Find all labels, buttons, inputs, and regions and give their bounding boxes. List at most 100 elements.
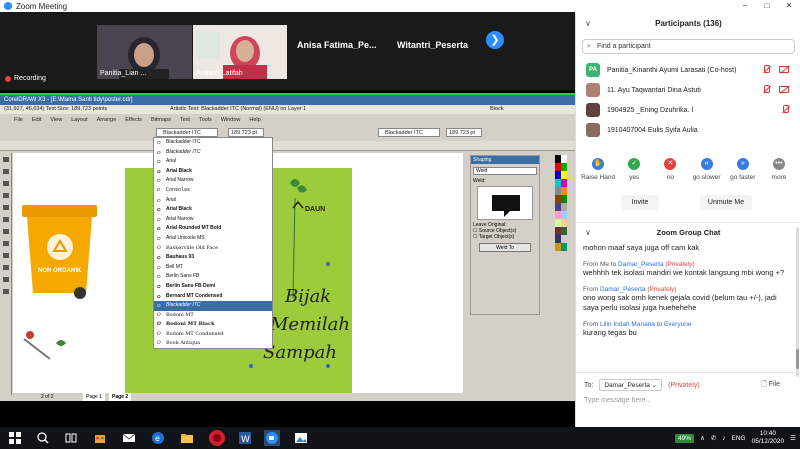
font-item[interactable]: Arial Narrow xyxy=(154,176,272,186)
font-item[interactable]: Arial Black xyxy=(154,167,272,177)
no-button[interactable]: ✕ no xyxy=(652,158,688,198)
font-name-field[interactable]: Blackadder ITC xyxy=(156,128,218,137)
task-view-icon[interactable] xyxy=(64,431,78,445)
chat-messages[interactable]: mohon maaf saya juga off cam kak From Me… xyxy=(583,243,793,371)
chat-input[interactable]: Type message here... xyxy=(584,397,651,404)
menu-file[interactable]: File xyxy=(14,116,23,125)
raise-hand-button[interactable]: ✋ Raise Hand xyxy=(580,158,616,198)
font-item[interactable]: Bodoni MT Condensed xyxy=(154,330,272,340)
font-item[interactable]: Arial Rounded MT Bold xyxy=(154,224,272,234)
photos-icon[interactable] xyxy=(294,431,308,445)
font-item[interactable]: Baskerville Old Face xyxy=(154,244,272,254)
target-objects-option[interactable]: ☐ Target Object(s) xyxy=(471,234,539,240)
font-item[interactable]: Bodoni MT xyxy=(154,311,272,321)
page-tab-2[interactable]: Page 2 xyxy=(109,393,132,401)
unmute-me-button[interactable]: Unmute Me xyxy=(700,195,752,210)
participant-row[interactable]: PA Panitia_Kinanthi Ayumi Larasati (Co-h… xyxy=(576,60,800,80)
font-item[interactable]: Arial Narrow xyxy=(154,215,272,225)
chat-title: Zoom Group Chat xyxy=(656,228,721,237)
font-item[interactable]: Bell MT xyxy=(154,263,272,273)
edge-browser-icon[interactable]: e xyxy=(151,431,165,445)
menu-window[interactable]: Window xyxy=(221,116,241,125)
menu-view[interactable]: View xyxy=(50,116,62,125)
yes-button[interactable]: ✓ yes xyxy=(616,158,652,198)
shared-screen[interactable]: CorelDRAW X3 - [E:\Mama Santi tidy\poste… xyxy=(0,93,575,401)
coreldraw-taskbar-icon[interactable] xyxy=(208,429,226,447)
color-palette[interactable] xyxy=(555,155,567,395)
font-item[interactable]: Arial xyxy=(154,196,272,206)
chat-message-text: ono wong sak omh kenek gejala covid (bel… xyxy=(583,293,777,312)
store-icon[interactable] xyxy=(93,431,107,445)
recipient-select[interactable]: Damar_Peserta ⌄ xyxy=(599,379,663,391)
word-icon[interactable]: W xyxy=(238,431,252,445)
participant-row[interactable]: 11. Ayu Taqwantari Dina Astuti xyxy=(576,80,800,100)
shaping-docker[interactable]: Shaping Weld Weld: Leave Original: ☐ Sou… xyxy=(470,155,540,315)
menu-bitmaps[interactable]: Bitmaps xyxy=(151,116,171,125)
chat-sender-name[interactable]: Damar_Peserta xyxy=(600,286,646,293)
font-item[interactable]: Book Antiqua xyxy=(154,339,272,349)
font-item[interactable]: Arial xyxy=(154,157,272,167)
search-icon[interactable] xyxy=(36,431,50,445)
menu-tools[interactable]: Tools xyxy=(199,116,212,125)
menu-arrange[interactable]: Arrange xyxy=(97,116,117,125)
font-dropdown-list[interactable]: Blackadder ITC Blackadder ITC Arial Aria… xyxy=(153,137,273,349)
maximize-button[interactable]: □ xyxy=(756,0,778,12)
font-item[interactable]: Berlin Sans FB Demi xyxy=(154,282,272,292)
chat-sender-name[interactable]: Lilin Indah Mariana xyxy=(600,321,655,328)
name-tile-witantri[interactable]: Witantri_Peserta xyxy=(397,40,468,50)
menu-text[interactable]: Text xyxy=(180,116,190,125)
network-icon[interactable]: ✆ xyxy=(711,434,716,442)
font-size-field[interactable]: 189.723 pt xyxy=(228,128,264,137)
close-button[interactable]: ✕ xyxy=(778,0,800,12)
font-item-selected[interactable]: Blackadder ITC xyxy=(154,301,272,311)
clock[interactable]: 10:40 05/12/2020 xyxy=(752,430,785,446)
font-item[interactable]: Arial Unicode MS xyxy=(154,234,272,244)
chat-recipient[interactable]: Everyone xyxy=(664,321,691,328)
video-tile-1[interactable]: Panitia_Lian ... xyxy=(97,25,192,79)
participant-search-input[interactable]: ⌕ Find a participant xyxy=(582,39,795,54)
windows-start-icon[interactable] xyxy=(8,431,22,445)
font-item[interactable]: Bodoni MT Black xyxy=(154,320,272,330)
menu-effects[interactable]: Effects xyxy=(125,116,142,125)
name-tile-anisa[interactable]: Anisa Fatima_Pe... xyxy=(297,40,377,50)
chevron-up-icon[interactable]: ∧ xyxy=(700,434,705,442)
font-item[interactable]: Consolas xyxy=(154,186,272,196)
font-item[interactable]: Berlin Sans FB xyxy=(154,272,272,282)
toolbox[interactable] xyxy=(0,153,12,395)
zoom-taskbar-icon[interactable] xyxy=(264,430,280,446)
language-indicator[interactable]: ENG xyxy=(732,435,746,442)
minimize-button[interactable]: – xyxy=(734,0,756,12)
menu-layout[interactable]: Layout xyxy=(71,116,88,125)
page-tab-1[interactable]: Page 1 xyxy=(83,393,105,401)
invite-button[interactable]: Invite xyxy=(621,195,659,210)
next-page-button[interactable]: ❯ xyxy=(486,31,504,49)
font-item[interactable]: Arial Black xyxy=(154,205,272,215)
raise-hand-label: Raise Hand xyxy=(581,174,616,181)
font-item[interactable]: Blackadder ITC xyxy=(154,138,272,148)
more-button[interactable]: ••• more xyxy=(761,158,797,198)
notifications-icon[interactable]: ☰ xyxy=(790,434,796,442)
go-slower-button[interactable]: « go slower xyxy=(689,158,725,198)
battery-indicator[interactable]: 49% xyxy=(675,433,695,443)
menu-edit[interactable]: Edit xyxy=(32,116,41,125)
participant-list[interactable]: PA Panitia_Kinanthi Ayumi Larasati (Co-h… xyxy=(576,60,800,142)
participant-row[interactable]: 1904925 _Ening Dzuhrika. I xyxy=(576,100,800,120)
font-size-field-right[interactable]: 189.723 pt xyxy=(446,128,482,137)
font-item[interactable]: Blackadder ITC xyxy=(154,148,272,158)
participant-row[interactable]: 1910407004 Eulis Syifa Aulia xyxy=(576,120,800,140)
font-name-field-right[interactable]: Blackadder ITC xyxy=(378,128,440,137)
chat-scrollbar[interactable] xyxy=(796,227,799,377)
shaping-mode-select[interactable]: Weld xyxy=(473,167,537,175)
file-button[interactable]: 🗋 File xyxy=(761,380,780,391)
weld-to-button[interactable]: Weld To xyxy=(479,243,531,252)
video-tile-2[interactable]: Ardianti Latifah xyxy=(193,25,287,79)
chat-recipient[interactable]: Damar_Peserta xyxy=(618,261,664,268)
menu-help[interactable]: Help xyxy=(249,116,260,125)
mic-muted-icon xyxy=(781,105,789,114)
go-faster-button[interactable]: » go faster xyxy=(725,158,761,198)
file-explorer-icon[interactable] xyxy=(180,431,194,445)
font-item[interactable]: Bernard MT Condensed xyxy=(154,292,272,302)
volume-icon[interactable]: ♪ xyxy=(722,435,725,442)
font-item[interactable]: Bauhaus 93 xyxy=(154,253,272,263)
mail-icon[interactable] xyxy=(122,431,136,445)
